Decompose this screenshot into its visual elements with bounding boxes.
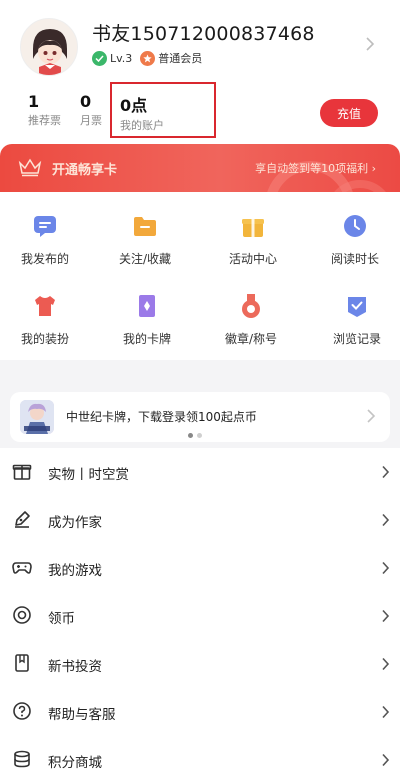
pen-icon [15, 511, 30, 528]
menu-item-new-book-invest[interactable]: 新书投资 [0, 640, 400, 688]
stat-monthly[interactable]: 0 月票 [80, 92, 104, 128]
coin-icon [13, 606, 31, 624]
stat-recommend[interactable]: 1 推荐票 [28, 92, 61, 128]
menu-item-help[interactable]: 帮助与客服 [0, 688, 400, 736]
gift-icon [242, 219, 264, 237]
carousel-dot[interactable] [197, 433, 202, 438]
medal-icon [242, 294, 260, 318]
level-text: Lv.3 [110, 51, 133, 65]
chevron-right-icon [382, 465, 390, 479]
menu-label: 积分商城 [48, 755, 102, 771]
menu-item-points-mall[interactable]: 积分商城 [0, 736, 400, 776]
menu-item-become-author[interactable]: 成为作家 [0, 496, 400, 544]
history-icon [348, 297, 366, 317]
gift-box-icon [12, 464, 32, 480]
grid-item-cards[interactable]: 我的卡牌 [102, 292, 192, 347]
chevron-right-icon[interactable] [364, 36, 376, 52]
grid-item-outfit[interactable]: 我的装扮 [0, 292, 90, 347]
badge-row: Lv.3 普通会员 [92, 50, 202, 66]
star-icon [140, 50, 156, 66]
menu-label: 领币 [48, 611, 75, 627]
chevron-right-icon [382, 561, 390, 575]
chevron-right-icon [382, 753, 390, 767]
shop-icon [14, 750, 30, 768]
stat-value: 0 [80, 92, 92, 111]
grid-item-published[interactable]: 我发布的 [0, 212, 90, 267]
menu-item-prizes[interactable]: 实物丨时空赏 [0, 448, 400, 496]
vip-benefit: 享自动签到等10项福利 › [255, 162, 376, 175]
grid-item-follow[interactable]: 关注/收藏 [100, 212, 190, 267]
menu-list: 实物丨时空赏 成为作家 我的游戏 领币 新书投资 帮助与客服 积分商城 [0, 448, 400, 776]
level-badge[interactable]: Lv.3 [92, 50, 133, 66]
message-icon [34, 216, 56, 237]
menu-label: 我的游戏 [48, 563, 102, 579]
grid-label: 我发布的 [20, 252, 69, 266]
crown-icon [18, 158, 42, 177]
recharge-button[interactable]: 充值 [320, 99, 378, 127]
vip-banner[interactable]: 开通畅享卡 享自动签到等10项福利 › [0, 144, 400, 192]
help-icon [13, 702, 31, 720]
grid-item-activity[interactable]: 活动中心 [208, 212, 298, 267]
grid-item-badges[interactable]: 徽章/称号 [206, 292, 296, 347]
profile-card: 书友150712000837468 Lv.3 普通会员 1 推荐票 0 月票 0… [0, 0, 400, 210]
function-grid: 我发布的 关注/收藏 活动中心 阅读时长 我的装扮 我的卡牌 徽章/称号 浏览记… [0, 200, 400, 360]
folder-icon [134, 217, 156, 236]
chevron-right-icon [382, 657, 390, 671]
menu-item-claim-coins[interactable]: 领币 [0, 592, 400, 640]
vip-title: 开通畅享卡 [52, 163, 118, 178]
username[interactable]: 书友150712000837468 [92, 19, 315, 46]
menu-label: 新书投资 [48, 659, 102, 675]
membership-badge[interactable]: 普通会员 [140, 50, 202, 66]
menu-label: 成为作家 [48, 515, 102, 531]
menu-label: 帮助与客服 [48, 707, 116, 723]
membership-text: 普通会员 [158, 52, 203, 65]
bookmark-icon [15, 654, 29, 672]
promo-text: 中世纪卡牌，下载登录领100起点币 [66, 410, 257, 424]
carousel-dots [188, 433, 202, 438]
grid-label: 徽章/称号 [224, 332, 278, 346]
stat-value: 1 [28, 92, 40, 111]
grid-item-reading-time[interactable]: 阅读时长 [310, 212, 400, 267]
vip-benefit-text: 享自动签到等10项福利 [255, 162, 369, 175]
menu-label: 实物丨时空赏 [48, 467, 129, 483]
grid-label: 我的装扮 [20, 332, 69, 346]
promo-thumbnail [20, 400, 54, 434]
menu-item-my-games[interactable]: 我的游戏 [0, 544, 400, 592]
grid-item-history[interactable]: 浏览记录 [312, 292, 400, 347]
avatar[interactable] [20, 18, 78, 76]
shirt-icon [35, 296, 55, 316]
grid-label: 我的卡牌 [122, 332, 171, 346]
account-highlight-box [110, 82, 216, 138]
clock-icon [344, 215, 366, 237]
chevron-right-icon [367, 409, 376, 423]
card-icon [139, 295, 155, 317]
gamepad-icon [12, 562, 32, 574]
grid-label: 活动中心 [228, 252, 277, 266]
stat-label: 月票 [80, 114, 102, 127]
stat-label: 推荐票 [28, 114, 61, 127]
chevron-right-icon [382, 705, 390, 719]
chevron-right-icon [382, 513, 390, 527]
grid-label: 阅读时长 [330, 252, 379, 266]
chevron-right-icon [382, 609, 390, 623]
carousel-dot[interactable] [188, 433, 193, 438]
level-icon [92, 50, 107, 66]
grid-label: 关注/收藏 [118, 252, 172, 266]
grid-label: 浏览记录 [332, 332, 381, 346]
